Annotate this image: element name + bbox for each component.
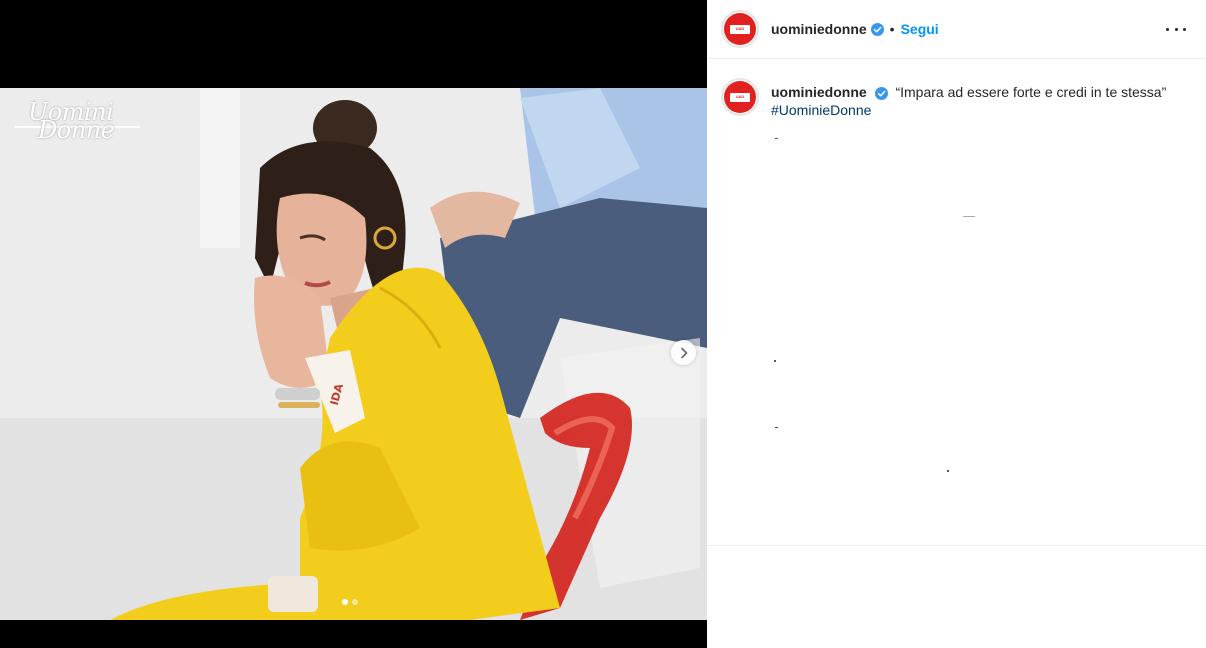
speck (963, 216, 975, 217)
caption-username[interactable]: uominiedonne (771, 84, 867, 100)
caption-quote: “Impara ad essere forte e credi in te st… (895, 84, 1167, 100)
avatar-logo: U&D (724, 81, 756, 113)
avatar-logo: U&D (724, 13, 756, 45)
header-username[interactable]: uominiedonne (771, 21, 867, 37)
post-photo[interactable]: Uomini Donne IDA (0, 88, 707, 620)
carousel-dot-active (342, 599, 348, 605)
photo-illustration (0, 88, 707, 620)
verified-badge-icon (874, 86, 888, 100)
speck (774, 360, 776, 362)
hashtag-link[interactable]: #UominieDonne (771, 101, 1191, 119)
more-options-icon[interactable] (1166, 22, 1186, 36)
verified-badge-icon (870, 22, 884, 36)
show-logo: Uomini Donne (14, 100, 144, 145)
avatar[interactable]: U&D (721, 10, 759, 48)
post-sidebar: U&D uominiedonne • Segui U&D uominiedonn… (707, 0, 1206, 648)
post-header: U&D uominiedonne • Segui (707, 0, 1206, 59)
separator-dot: • (889, 21, 895, 37)
caption-avatar[interactable]: U&D (721, 78, 759, 116)
speck (775, 138, 778, 139)
post-media: Uomini Donne IDA (0, 0, 707, 648)
follow-button[interactable]: Segui (901, 21, 939, 37)
comments-section[interactable]: U&D uominiedonne “Impara ad essere forte… (707, 60, 1206, 546)
carousel-indicator (342, 599, 358, 605)
show-logo-line2: Donne (38, 116, 115, 144)
carousel-dot (352, 599, 358, 605)
speck (947, 470, 949, 472)
caption-text: uominiedonne “Impara ad essere forte e c… (771, 78, 1191, 119)
speck (775, 427, 778, 428)
carousel-next-button[interactable] (671, 340, 696, 365)
caption: U&D uominiedonne “Impara ad essere forte… (721, 78, 1191, 119)
chevron-right-icon (680, 347, 687, 358)
